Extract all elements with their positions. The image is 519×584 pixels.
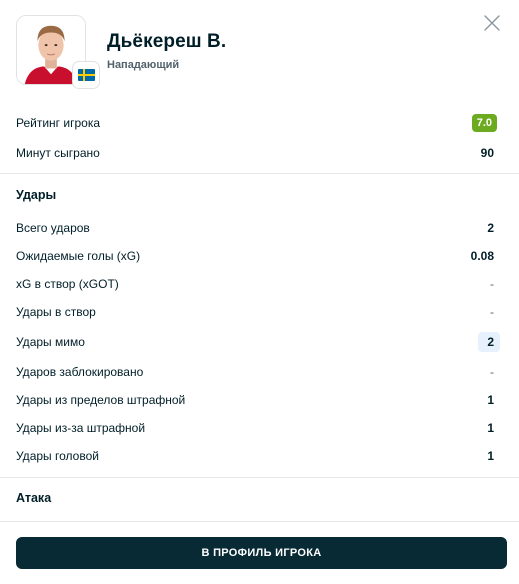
divider	[0, 173, 519, 174]
sweden-flag-icon	[77, 69, 95, 81]
stat-value: -	[490, 305, 494, 319]
stat-label: Всего ударов	[16, 221, 90, 235]
stat-value: -	[490, 277, 494, 291]
avatar-container	[16, 15, 100, 89]
stat-row: xG в створ (xGOT) -	[16, 273, 494, 295]
nationality-badge	[72, 61, 100, 89]
player-header: Дьёкереш В. Нападающий	[16, 15, 503, 89]
minutes-label: Минут сыграно	[16, 146, 100, 160]
divider	[0, 521, 519, 522]
stat-label: Удары головой	[16, 449, 99, 463]
stat-value-highlighted: 2	[478, 332, 500, 352]
stat-label: Удары из-за штрафной	[16, 421, 146, 435]
player-profile-button[interactable]: В ПРОФИЛЬ ИГРОКА	[16, 537, 507, 569]
stat-label: xG в створ (xGOT)	[16, 277, 119, 291]
rating-badge: 7.0	[471, 114, 497, 132]
player-position: Нападающий	[107, 59, 180, 71]
stat-value: 1	[487, 449, 494, 463]
minutes-value: 90	[480, 146, 494, 160]
stat-value: 1	[487, 421, 494, 435]
stat-label: Удары из пределов штрафной	[16, 393, 186, 407]
stat-row: Удары мимо 2	[16, 331, 500, 353]
player-name: Дьёкереш В.	[107, 31, 227, 52]
stat-value: -	[490, 365, 494, 379]
rating-row: Рейтинг игрока 7.0	[16, 112, 497, 134]
stat-row: Удары из пределов штрафной 1	[16, 389, 494, 411]
stat-row: Ожидаемые голы (xG) 0.08	[16, 245, 494, 267]
stat-value: 1	[487, 393, 494, 407]
section-title-shots: Удары	[16, 188, 57, 202]
section-title-attack: Атака	[16, 491, 52, 505]
stat-row: Удары из-за штрафной 1	[16, 417, 494, 439]
stat-label: Удары мимо	[16, 335, 85, 349]
stat-row: Всего ударов 2	[16, 217, 494, 239]
stat-label: Ударов заблокировано	[16, 365, 144, 379]
stat-label: Ожидаемые голы (xG)	[16, 249, 141, 263]
stat-row: Ударов заблокировано -	[16, 361, 494, 383]
divider	[0, 477, 519, 478]
minutes-row: Минут сыграно 90	[16, 142, 494, 164]
stat-row: Удары головой 1	[16, 445, 494, 467]
stat-row: Удары в створ -	[16, 301, 494, 323]
rating-label: Рейтинг игрока	[16, 116, 101, 130]
stat-value: 0.08	[470, 249, 494, 263]
stat-value: 2	[487, 221, 494, 235]
stat-label: Удары в створ	[16, 305, 96, 319]
